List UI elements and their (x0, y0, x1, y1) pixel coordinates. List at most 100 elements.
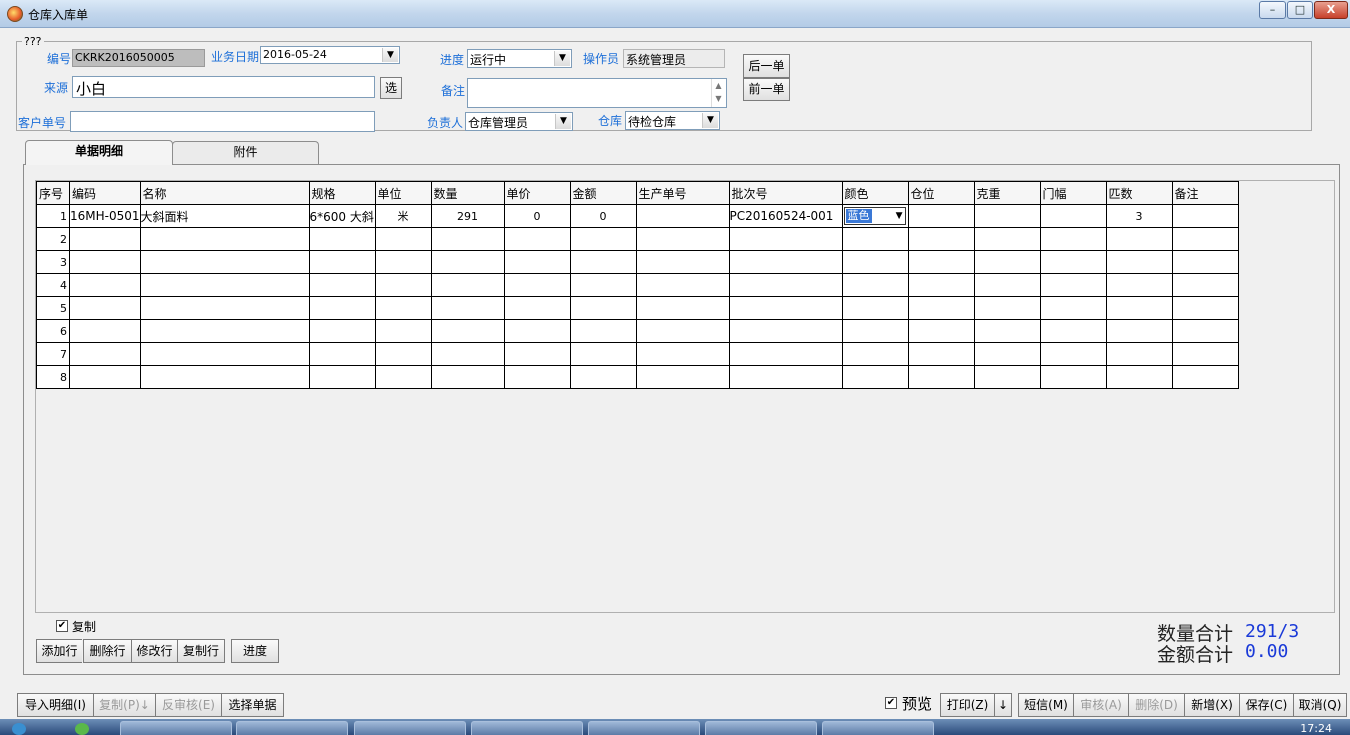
table-row[interactable]: 4 (36, 273, 1239, 297)
table-cell[interactable] (1039, 273, 1107, 297)
table-cell[interactable] (973, 204, 1041, 228)
sms-button[interactable]: 短信(M) (1018, 693, 1073, 717)
taskbar-item[interactable] (705, 721, 817, 735)
table-cell[interactable] (907, 273, 975, 297)
table-cell[interactable]: 8 (36, 365, 70, 389)
table-cell[interactable]: 7 (36, 342, 70, 366)
table-cell[interactable] (1039, 365, 1107, 389)
table-cell[interactable] (907, 204, 975, 228)
table-cell[interactable] (1039, 227, 1107, 251)
cancel-button[interactable]: 取消(Q) (1293, 693, 1347, 717)
table-cell[interactable] (1171, 204, 1239, 228)
warehouse-select[interactable]: 待检仓库 ▼ (625, 111, 720, 130)
table-cell[interactable] (569, 296, 637, 320)
table-cell[interactable] (69, 319, 141, 343)
table-cell[interactable] (430, 250, 505, 274)
taskbar-item[interactable] (120, 721, 232, 735)
table-cell[interactable]: 蓝色 ▼ (841, 204, 909, 228)
table-cell[interactable]: PC20160524-001 (728, 204, 843, 228)
operator-field[interactable]: 系统管理员 (623, 49, 725, 68)
close-button[interactable]: X (1314, 1, 1348, 19)
taskbar-item[interactable] (236, 721, 348, 735)
table-cell[interactable] (569, 342, 637, 366)
column-header[interactable]: 单位 (374, 181, 432, 205)
table-cell[interactable] (841, 227, 909, 251)
table-row[interactable]: 5 (36, 296, 1239, 320)
print-dropdown-button[interactable]: ↓ (994, 693, 1012, 717)
table-cell[interactable] (635, 319, 730, 343)
delete-row-button[interactable]: 删除行 (83, 639, 131, 663)
column-header[interactable]: 编码 (69, 181, 141, 205)
copy-row-button[interactable]: 复制行 (177, 639, 225, 663)
table-cell[interactable] (1039, 204, 1107, 228)
table-cell[interactable] (728, 227, 843, 251)
table-cell[interactable] (308, 250, 376, 274)
table-cell[interactable]: 米 (374, 204, 432, 228)
owner-select[interactable]: 仓库管理员 ▼ (465, 112, 573, 131)
source-field[interactable]: 小白 (72, 76, 375, 98)
table-cell[interactable]: 6 (36, 319, 70, 343)
column-header[interactable]: 生产单号 (635, 181, 730, 205)
table-cell[interactable]: 291 (430, 204, 505, 228)
table-cell[interactable] (635, 365, 730, 389)
table-cell[interactable] (728, 250, 843, 274)
table-cell[interactable] (139, 296, 310, 320)
tab-attachment[interactable]: 附件 (172, 141, 319, 164)
table-cell[interactable] (841, 296, 909, 320)
table-cell[interactable] (503, 319, 571, 343)
table-cell[interactable] (430, 227, 505, 251)
table-cell[interactable] (635, 204, 730, 228)
table-cell[interactable] (973, 250, 1041, 274)
table-cell[interactable] (841, 342, 909, 366)
scroll-arrows-icon[interactable]: ▲ ▼ (711, 79, 725, 107)
taskbar-item[interactable] (588, 721, 700, 735)
taskbar-item[interactable] (354, 721, 466, 735)
table-cell[interactable] (69, 296, 141, 320)
table-cell[interactable] (139, 365, 310, 389)
column-header[interactable]: 单价 (503, 181, 571, 205)
column-header[interactable]: 门幅 (1039, 181, 1107, 205)
table-cell[interactable] (907, 365, 975, 389)
table-cell[interactable] (69, 342, 141, 366)
table-cell[interactable] (308, 273, 376, 297)
table-cell[interactable] (139, 227, 310, 251)
pinned-app-icon[interactable] (75, 723, 89, 735)
table-cell[interactable] (728, 365, 843, 389)
table-cell[interactable] (1105, 273, 1173, 297)
progress-button[interactable]: 进度 (231, 639, 279, 663)
chevron-down-icon[interactable]: ▼ (382, 48, 398, 62)
copy-down-button[interactable]: 复制(P)↓ (93, 693, 155, 717)
table-cell[interactable]: 3 (36, 250, 70, 274)
table-cell[interactable] (973, 273, 1041, 297)
add-row-button[interactable]: 添加行 (36, 639, 82, 663)
table-cell[interactable] (973, 227, 1041, 251)
new-button[interactable]: 新增(X) (1184, 693, 1239, 717)
table-cell[interactable] (728, 273, 843, 297)
taskbar-item[interactable] (471, 721, 583, 735)
table-cell[interactable] (503, 342, 571, 366)
table-row[interactable]: 3 (36, 250, 1239, 274)
table-cell[interactable] (569, 319, 637, 343)
minimize-button[interactable]: – (1259, 1, 1286, 19)
table-cell[interactable] (374, 342, 432, 366)
progress-select[interactable]: 运行中 ▼ (467, 49, 572, 68)
table-row[interactable]: 2 (36, 227, 1239, 251)
table-cell[interactable] (907, 227, 975, 251)
table-cell[interactable] (1105, 250, 1173, 274)
table-cell[interactable] (69, 227, 141, 251)
table-cell[interactable] (1039, 342, 1107, 366)
chevron-down-icon[interactable]: ▼ (555, 114, 571, 129)
table-cell[interactable] (1105, 319, 1173, 343)
table-cell[interactable] (503, 365, 571, 389)
prev-record-button[interactable]: 前一单 (743, 78, 790, 101)
table-cell[interactable] (308, 296, 376, 320)
remark-textarea[interactable]: ▲ ▼ (467, 78, 727, 108)
table-cell[interactable] (430, 365, 505, 389)
chevron-down-icon[interactable]: ▼ (554, 51, 570, 66)
table-cell[interactable] (907, 250, 975, 274)
table-cell[interactable] (1171, 296, 1239, 320)
column-header[interactable]: 克重 (973, 181, 1041, 205)
next-record-button[interactable]: 后一单 (743, 54, 790, 78)
table-cell[interactable] (1171, 273, 1239, 297)
table-cell[interactable] (139, 250, 310, 274)
